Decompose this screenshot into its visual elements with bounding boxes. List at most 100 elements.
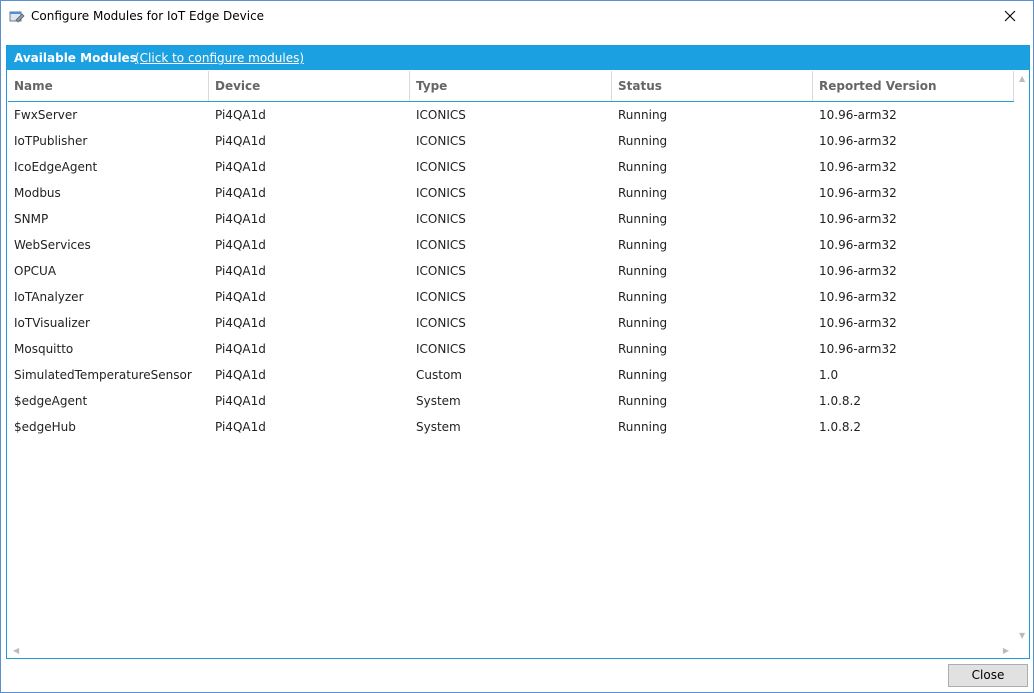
- cell-reported-version: 10.96-arm32: [819, 212, 897, 226]
- cell-device: Pi4QA1d: [215, 186, 266, 200]
- column-header-status[interactable]: Status: [612, 71, 813, 101]
- cell-reported-version: 10.96-arm32: [819, 264, 897, 278]
- column-header-device[interactable]: Device: [209, 71, 410, 101]
- cell-device: Pi4QA1d: [215, 290, 266, 304]
- cell-reported-version: 10.96-arm32: [819, 238, 897, 252]
- cell-name: FwxServer: [14, 108, 78, 122]
- cell-status: Running: [618, 264, 668, 278]
- cell-reported-version: 1.0: [819, 368, 839, 382]
- cell-type: ICONICS: [416, 186, 466, 200]
- scroll-down-icon[interactable]: ▼: [1019, 631, 1025, 640]
- available-modules-panel: Available Modules (Click to configure mo…: [6, 45, 1030, 659]
- column-header-reported-version[interactable]: Reported Version: [813, 71, 1014, 101]
- cell-status: Running: [618, 160, 668, 174]
- cell-device: Pi4QA1d: [215, 108, 266, 122]
- cell-device: Pi4QA1d: [215, 134, 266, 148]
- cell-name: WebServices: [14, 238, 91, 252]
- cell-reported-version: 10.96-arm32: [819, 160, 897, 174]
- panel-header: Available Modules (Click to configure mo…: [7, 46, 1029, 70]
- cell-reported-version: 10.96-arm32: [819, 342, 897, 356]
- scroll-up-icon[interactable]: ▲: [1019, 74, 1025, 83]
- cell-name: $edgeAgent: [14, 394, 88, 408]
- cell-device: Pi4QA1d: [215, 316, 266, 330]
- table-row[interactable]: IoTAnalyzer Pi4QA1d ICONICS Running 10.96-ar…: [8, 284, 1014, 310]
- cell-status: Running: [618, 290, 668, 304]
- cell-name: Modbus: [14, 186, 61, 200]
- cell-type: Custom: [416, 368, 462, 382]
- cell-reported-version: 10.96-arm32: [819, 108, 897, 122]
- cell-device: Pi4QA1d: [215, 212, 266, 226]
- cell-status: Running: [618, 316, 668, 330]
- cell-device: Pi4QA1d: [215, 420, 266, 434]
- table-row[interactable]: $edgeHub Pi4QA1d System Running 1.0.8.2: [8, 414, 1014, 440]
- table-row[interactable]: $edgeAgent Pi4QA1d System Running 1.0.8.2: [8, 388, 1014, 414]
- cell-type: ICONICS: [416, 160, 466, 174]
- cell-device: Pi4QA1d: [215, 368, 266, 382]
- scroll-right-icon[interactable]: ▶: [1003, 646, 1009, 655]
- table-row[interactable]: WebServices Pi4QA1d ICONICS Running 10.96-ar…: [8, 232, 1014, 258]
- cell-name: SimulatedTemperatureSensor: [14, 368, 192, 382]
- title-bar: Configure Modules for IoT Edge Device: [1, 1, 1033, 33]
- cell-device: Pi4QA1d: [215, 342, 266, 356]
- table-row[interactable]: IoTVisualizer Pi4QA1d ICONICS Running 10.96-…: [8, 310, 1014, 336]
- table-header: Name Device Type Status Reported Version: [8, 71, 1014, 102]
- cell-status: Running: [618, 238, 668, 252]
- scroll-left-icon[interactable]: ◀: [13, 646, 19, 655]
- table-row[interactable]: SNMP Pi4QA1d ICONICS Running 10.96-arm32: [8, 206, 1014, 232]
- close-button[interactable]: Close: [948, 664, 1028, 687]
- cell-name: IcoEdgeAgent: [14, 160, 98, 174]
- window-close-button[interactable]: [987, 1, 1033, 33]
- horizontal-scrollbar[interactable]: ◀ ▶: [7, 644, 1015, 658]
- table-row[interactable]: Mosquitto Pi4QA1d ICONICS Running 10.96-arm3…: [8, 336, 1014, 362]
- cell-type: System: [416, 394, 461, 408]
- cell-device: Pi4QA1d: [215, 394, 266, 408]
- table-row[interactable]: Modbus Pi4QA1d ICONICS Running 10.96-arm32: [8, 180, 1014, 206]
- cell-status: Running: [618, 420, 668, 434]
- cell-status: Running: [618, 368, 668, 382]
- cell-status: Running: [618, 394, 668, 408]
- cell-type: ICONICS: [416, 108, 466, 122]
- cell-device: Pi4QA1d: [215, 264, 266, 278]
- cell-device: Pi4QA1d: [215, 238, 266, 252]
- cell-reported-version: 10.96-arm32: [819, 316, 897, 330]
- modules-grid: Name Device Type Status Reported Version…: [7, 70, 1029, 658]
- table-row[interactable]: OPCUA Pi4QA1d ICONICS Running 10.96-arm32: [8, 258, 1014, 284]
- cell-type: ICONICS: [416, 316, 466, 330]
- panel-title: Available Modules: [14, 51, 137, 65]
- cell-name: SNMP: [14, 212, 49, 226]
- cell-name: IoTVisualizer: [14, 316, 90, 330]
- cell-name: OPCUA: [14, 264, 57, 278]
- cell-type: ICONICS: [416, 212, 466, 226]
- vertical-scrollbar[interactable]: ▲ ▼: [1015, 70, 1029, 658]
- configure-modules-icon: [9, 9, 25, 25]
- cell-reported-version: 1.0.8.2: [819, 394, 861, 408]
- cell-name: $edgeHub: [14, 420, 76, 434]
- cell-status: Running: [618, 212, 668, 226]
- column-header-type[interactable]: Type: [410, 71, 612, 101]
- cell-type: System: [416, 420, 461, 434]
- configure-modules-link[interactable]: (Click to configure modules): [135, 51, 304, 65]
- cell-type: ICONICS: [416, 290, 466, 304]
- cell-status: Running: [618, 134, 668, 148]
- cell-reported-version: 1.0.8.2: [819, 420, 861, 434]
- cell-type: ICONICS: [416, 264, 466, 278]
- cell-name: IoTPublisher: [14, 134, 88, 148]
- table-row[interactable]: FwxServer Pi4QA1d ICONICS Running 10.96-arm3…: [8, 102, 1014, 128]
- table-row[interactable]: IcoEdgeAgent Pi4QA1d ICONICS Running 10.96-a…: [8, 154, 1014, 180]
- cell-name: Mosquitto: [14, 342, 74, 356]
- table-row[interactable]: IoTPublisher Pi4QA1d ICONICS Running 10.96-a…: [8, 128, 1014, 154]
- close-icon: [1004, 10, 1016, 25]
- cell-status: Running: [618, 108, 668, 122]
- cell-reported-version: 10.96-arm32: [819, 186, 897, 200]
- cell-type: ICONICS: [416, 342, 466, 356]
- dialog-window: Configure Modules for IoT Edge Device Av…: [0, 0, 1034, 693]
- cell-device: Pi4QA1d: [215, 160, 266, 174]
- table-row[interactable]: SimulatedTemperatureSensor Pi4QA1d Custom R…: [8, 362, 1014, 388]
- cell-name: IoTAnalyzer: [14, 290, 84, 304]
- cell-status: Running: [618, 342, 668, 356]
- cell-reported-version: 10.96-arm32: [819, 134, 897, 148]
- cell-type: ICONICS: [416, 238, 466, 252]
- column-header-name[interactable]: Name: [8, 71, 209, 101]
- cell-reported-version: 10.96-arm32: [819, 290, 897, 304]
- cell-type: ICONICS: [416, 134, 466, 148]
